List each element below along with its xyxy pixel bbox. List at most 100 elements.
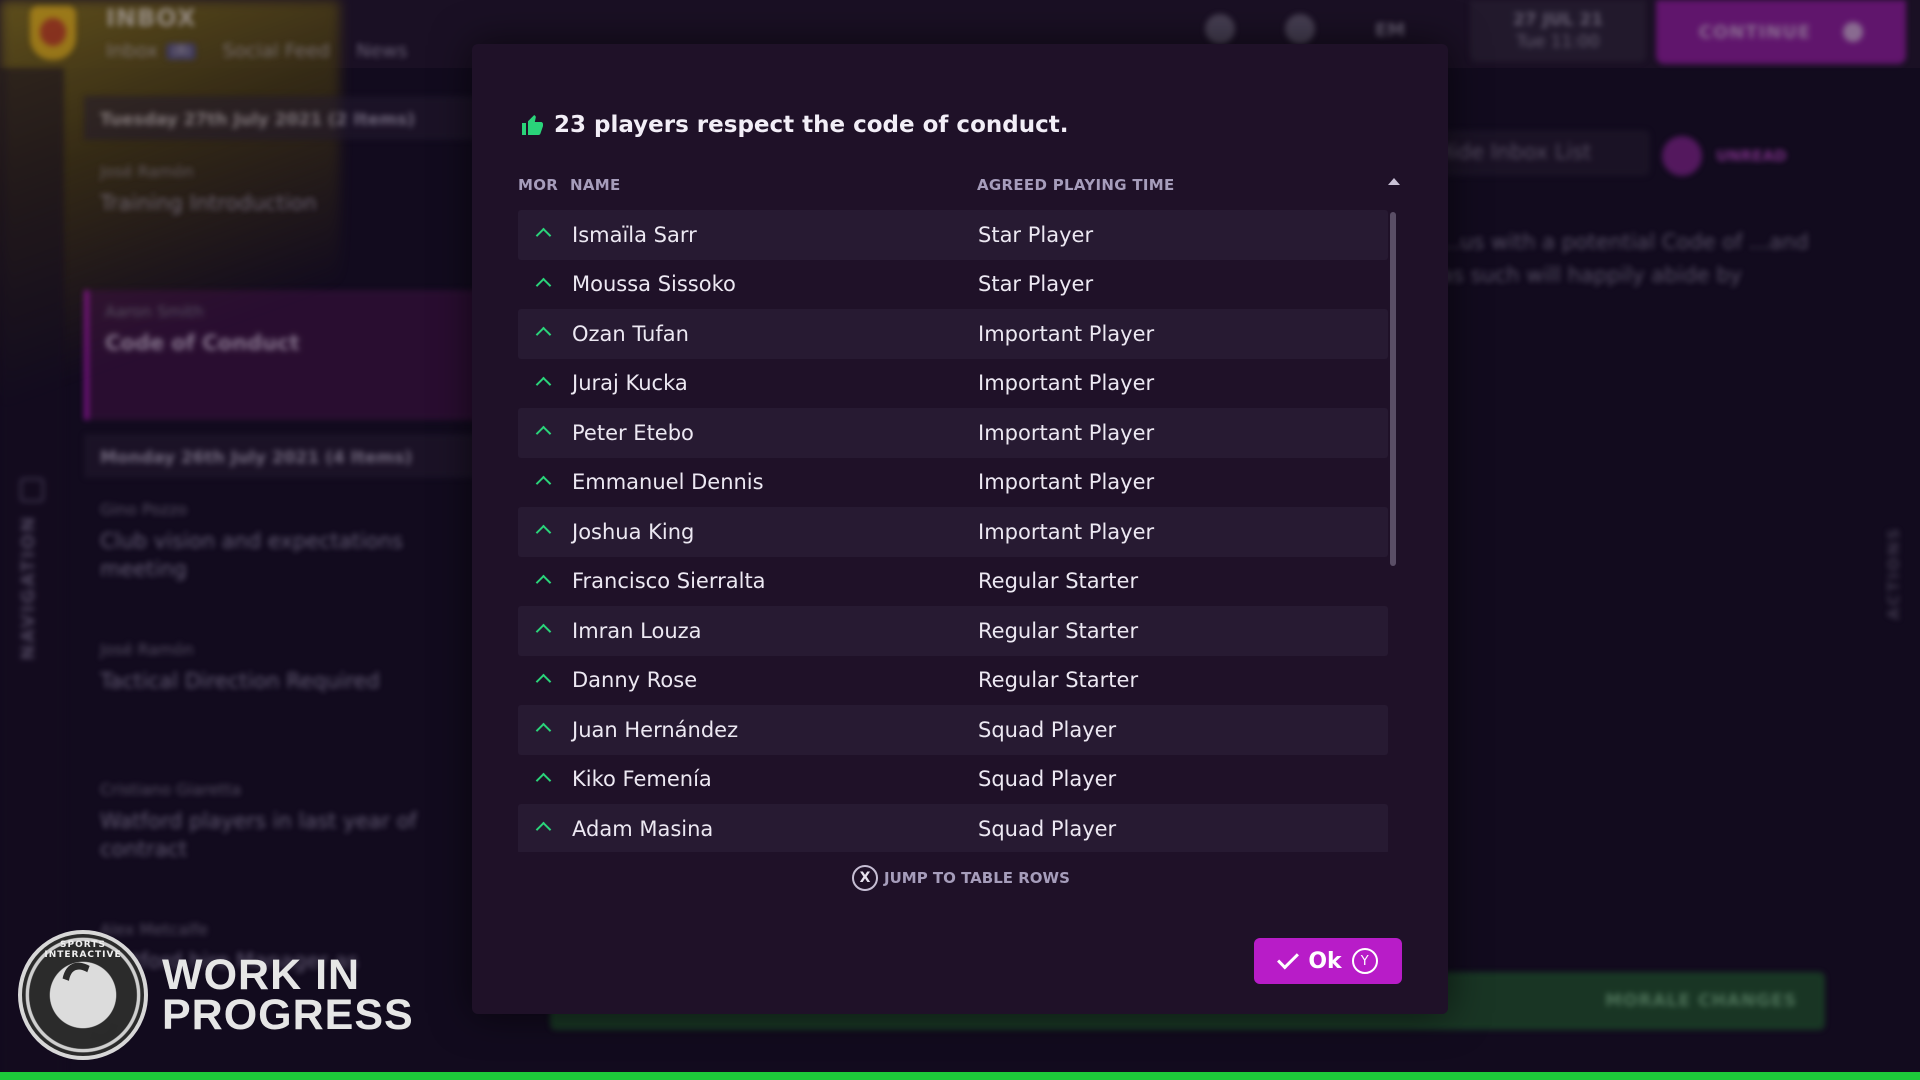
player-name: Danny Rose <box>572 668 698 693</box>
continue-info-icon <box>1843 22 1864 42</box>
inbox-item[interactable]: José Ramón Training Introduction <box>84 150 484 290</box>
inbox-list: Tuesday 27th July 2021 (2 Items) José Ra… <box>84 96 484 1048</box>
navigation-toggle-icon[interactable] <box>20 478 44 502</box>
inbox-item-from: José Ramón <box>100 162 194 181</box>
player-playing-time: Regular Starter <box>978 618 1139 643</box>
inbox-item[interactable]: José Ramón Tactical Direction Required <box>84 628 484 768</box>
table-row[interactable]: Adam Masina Squad Player <box>518 804 1388 852</box>
manager-initials[interactable]: EM <box>1375 20 1405 41</box>
table-row[interactable]: Danny Rose Regular Starter <box>518 656 1388 706</box>
inbox-item[interactable]: Cristiano Giaretta Watford players in la… <box>84 768 484 908</box>
inbox-item-subject: Training Introduction <box>100 191 317 215</box>
table-row[interactable]: Moussa Sissoko Star Player <box>518 260 1388 310</box>
player-playing-time: Star Player <box>978 222 1094 247</box>
morale-up-icon <box>535 277 552 293</box>
inbox-item-active[interactable]: Aaron Smith Code of Conduct <box>84 290 484 420</box>
table-row[interactable]: Francisco Sierralta Regular Starter <box>518 557 1388 607</box>
table-row[interactable]: Kiko Femenía Squad Player <box>518 755 1388 805</box>
player-playing-time: Important Player <box>978 519 1155 544</box>
sports-interactive-seal-icon: SPORTS INTERACTIVE <box>18 930 148 1060</box>
player-name: Peter Etebo <box>572 420 694 445</box>
game-date-day: 27 JUL 21 <box>1512 10 1604 30</box>
player-name: Kiko Femenía <box>572 767 712 792</box>
ok-button[interactable]: Ok Y <box>1254 938 1402 984</box>
game-date-time: Tue 11:00 <box>1516 32 1600 52</box>
morale-up-icon <box>535 524 552 541</box>
help-icon[interactable] <box>1285 14 1315 44</box>
morale-up-icon <box>535 326 552 343</box>
inbox-item[interactable]: Gino Pozzo Club vision and expectations … <box>84 488 484 628</box>
player-name: Emmanuel Dennis <box>572 470 764 495</box>
column-header-mor[interactable]: MOR <box>518 176 558 194</box>
inbox-item-from: José Ramón <box>100 640 194 659</box>
morale-up-icon <box>535 821 552 838</box>
morale-up-icon <box>535 772 552 788</box>
check-icon <box>1277 947 1300 969</box>
navigation-label[interactable]: NAVIGATION <box>18 515 39 660</box>
player-name: Ozan Tufan <box>572 321 689 346</box>
dialog-title: 23 players respect the code of conduct. <box>520 112 1068 138</box>
hide-inbox-button[interactable]: Hide Inbox List <box>1420 130 1650 176</box>
player-name: Juan Hernández <box>572 717 739 742</box>
club-crest-icon[interactable] <box>30 6 76 60</box>
inbox-tabs: Inbox (8) Social Feed News <box>106 40 407 62</box>
player-name: Ismaïla Sarr <box>572 222 697 247</box>
bottom-strip <box>0 1072 1920 1080</box>
seal-text: SPORTS INTERACTIVE <box>44 940 122 960</box>
inbox-item-subject: Watford players in last year of contract <box>100 809 417 861</box>
player-name: Imran Louza <box>572 618 702 643</box>
actions-label[interactable]: ACTIONS <box>1884 526 1903 620</box>
player-playing-time: Squad Player <box>978 767 1117 792</box>
player-playing-time: Important Player <box>978 470 1155 495</box>
continue-button[interactable]: CONTINUE <box>1656 0 1906 64</box>
player-playing-time: Squad Player <box>978 816 1117 841</box>
tab-social-feed[interactable]: Social Feed <box>222 40 330 62</box>
morale-up-icon <box>535 623 552 640</box>
table-row[interactable]: Imran Louza Regular Starter <box>518 606 1388 656</box>
column-header-agreed-playing-time[interactable]: AGREED PLAYING TIME <box>977 176 1175 194</box>
unread-toggle[interactable]: UNREAD <box>1662 136 1787 176</box>
morale-up-icon <box>535 376 552 392</box>
inbox-item-subject: Code of Conduct <box>105 331 300 355</box>
work-in-progress-watermark: SPORTS INTERACTIVE WORK IN PROGRESS <box>18 930 414 1060</box>
table-row[interactable]: Ismaïla Sarr Star Player <box>518 210 1388 260</box>
table-row[interactable]: Juan Hernández Squad Player <box>518 705 1388 755</box>
player-playing-time: Important Player <box>978 371 1155 396</box>
inbox-item-subject: Tactical Direction Required <box>100 669 380 693</box>
inbox-count-badge: (8) <box>166 42 197 60</box>
player-playing-time: Star Player <box>978 272 1094 297</box>
dialog-title-text: 23 players respect the code of conduct. <box>554 112 1069 138</box>
game-date[interactable]: 27 JUL 21 Tue 11:00 <box>1470 0 1646 62</box>
player-name: Joshua King <box>572 519 695 544</box>
tab-news[interactable]: News <box>356 40 407 62</box>
morale-up-icon <box>535 425 552 442</box>
inbox-item-from: Gino Pozzo <box>100 500 188 519</box>
table-row[interactable]: Emmanuel Dennis Important Player <box>518 458 1388 508</box>
message-body: ...us with a potential Code of ...and as… <box>1440 230 1809 287</box>
watermark-line1: WORK IN <box>162 951 361 999</box>
ok-label: Ok <box>1308 948 1342 974</box>
inbox-group-header[interactable]: Monday 26th July 2021 (4 Items) <box>84 434 484 478</box>
player-playing-time: Squad Player <box>978 717 1117 742</box>
player-name: Moussa Sissoko <box>572 272 736 297</box>
tab-inbox[interactable]: Inbox (8) <box>106 40 197 62</box>
table-row[interactable]: Juraj Kucka Important Player <box>518 359 1388 409</box>
tab-inbox-label: Inbox <box>106 40 158 62</box>
table-row[interactable]: Joshua King Important Player <box>518 507 1388 557</box>
sort-ascending-icon[interactable] <box>1388 178 1400 185</box>
column-header-name[interactable]: NAME <box>570 176 621 194</box>
thumbs-up-icon <box>522 115 543 135</box>
unread-icon <box>1662 136 1702 176</box>
jump-label: JUMP TO TABLE ROWS <box>884 869 1070 887</box>
table-scrollbar[interactable] <box>1390 212 1396 566</box>
y-button-icon: Y <box>1351 948 1378 974</box>
search-icon[interactable] <box>1205 14 1235 44</box>
inbox-title: INBOX <box>106 4 197 32</box>
x-button-icon: X <box>852 865 878 891</box>
player-name: Adam Masina <box>572 816 714 841</box>
jump-to-table-rows-button[interactable]: X JUMP TO TABLE ROWS <box>852 865 1070 891</box>
table-row[interactable]: Peter Etebo Important Player <box>518 408 1388 458</box>
table-row[interactable]: Ozan Tufan Important Player <box>518 309 1388 359</box>
morale-up-icon <box>535 722 552 739</box>
inbox-group-header[interactable]: Tuesday 27th July 2021 (2 Items) <box>84 96 484 140</box>
